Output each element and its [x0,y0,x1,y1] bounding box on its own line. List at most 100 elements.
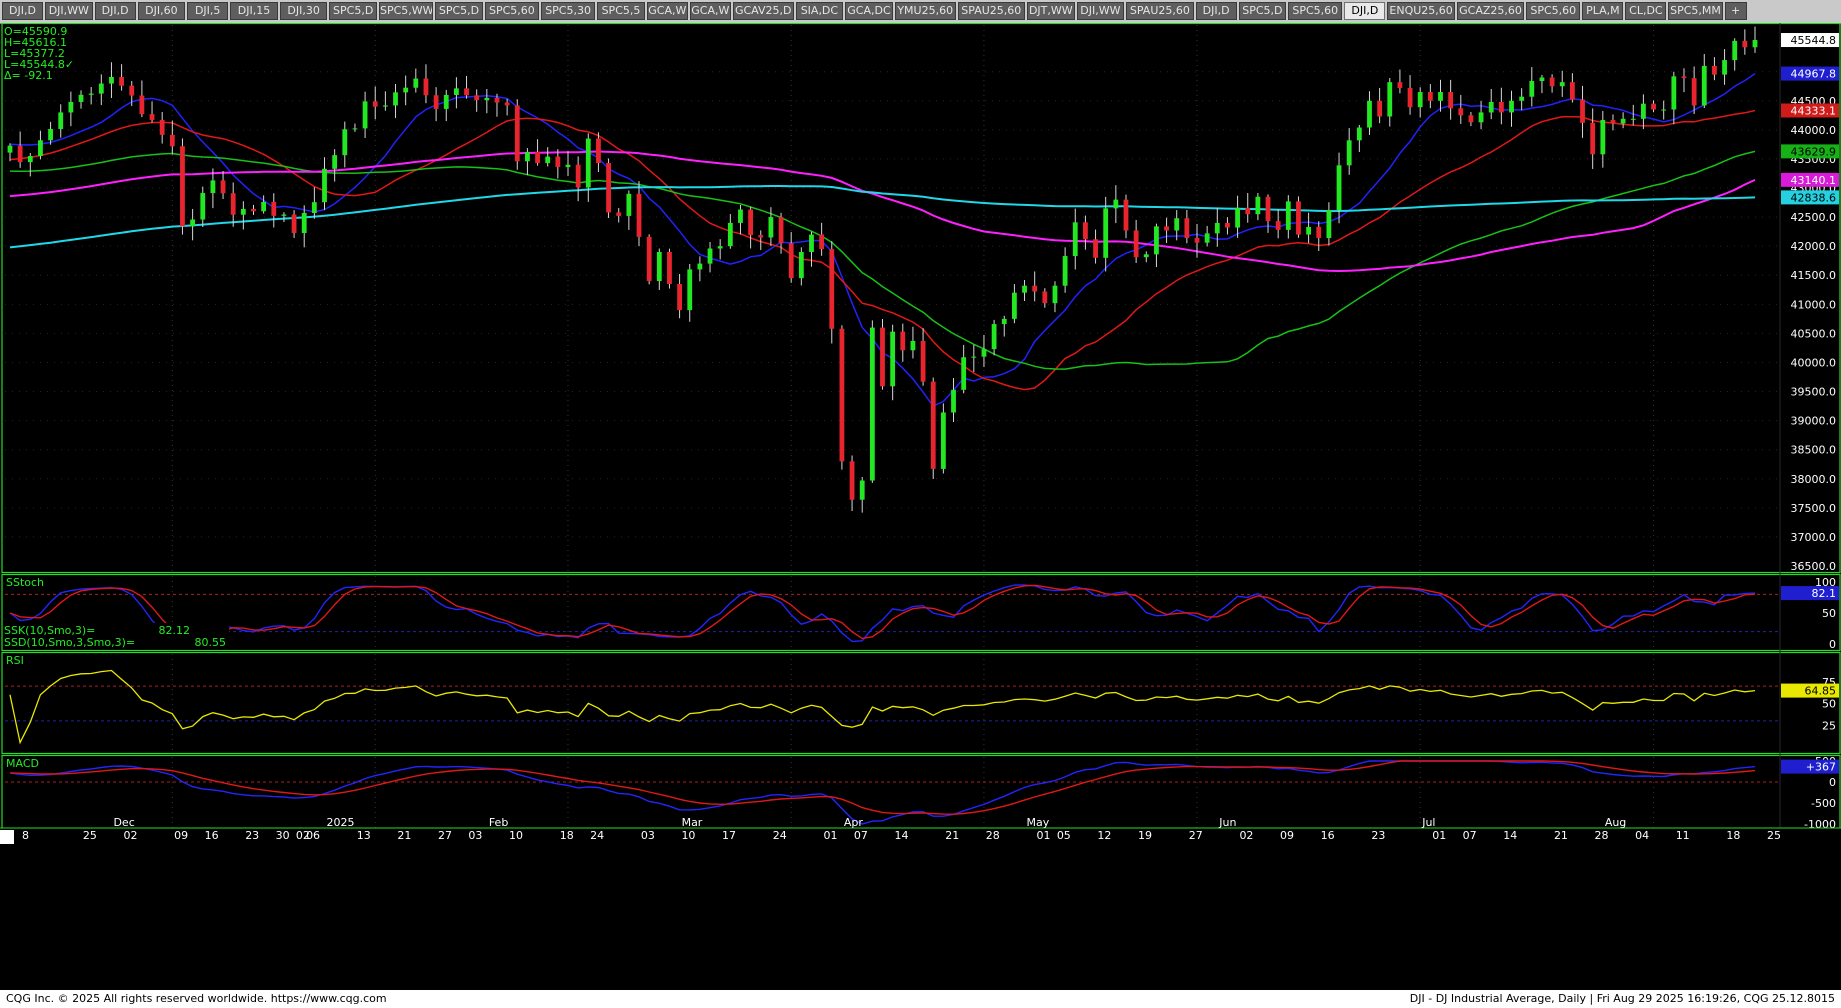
chart-tab[interactable]: SPC5,D [1238,2,1287,20]
candle-body [1468,115,1474,123]
copyright-text: CQG Inc. © 2025 All rights reserved worl… [6,992,387,1005]
chart-tab[interactable]: CL,DC [1625,2,1667,20]
chart-tab[interactable]: GCA,W [689,2,731,20]
candle-body [1103,208,1109,258]
chart-tab[interactable]: ENQU25,60 [1387,2,1455,20]
time-axis-day: 25 [83,829,97,842]
time-axis-corner [0,830,14,844]
candle-body [98,83,104,94]
candle-body [38,140,43,157]
chart-tab[interactable]: GCAZ25,60 [1456,2,1525,20]
candle-body [1701,65,1707,106]
chart-tab[interactable]: GCAV25,D [732,2,794,20]
candle-body [423,78,429,96]
price-badge-label: 42838.6 [1791,191,1837,204]
candle-body [443,94,449,109]
chart-tab[interactable]: PLA,M [1582,2,1624,20]
time-axis-day: 21 [945,829,959,842]
candle-body [738,209,743,223]
chart-tab[interactable]: YMU25,60 [894,2,956,20]
candle-body [1539,77,1545,82]
candle-body [829,249,835,329]
chart-tab[interactable]: DJI,5 [187,2,229,20]
candle-body [1042,291,1048,304]
candle-body [190,219,196,227]
ohlc-delta: Δ= -92.1 [4,69,53,82]
chart-tab[interactable]: DJI,WW [45,2,93,20]
chart-tab-bar: DJI,D DJI,WW DJI,D DJI,60 DJI,5 DJI,15 DJI,30 S… [0,0,1841,24]
candle-body [839,328,845,462]
candle-body [1204,233,1210,243]
chart-tab[interactable]: SPC5,60 [1288,2,1343,20]
chart-tab[interactable]: GCA,DC [845,2,893,20]
chart-tab[interactable]: SPC5,D [435,2,483,20]
candle-body [1316,226,1322,239]
macd-axis-label: -500 [1811,797,1836,810]
chart-tab[interactable]: DJI,15 [230,2,278,20]
chart-tab[interactable]: DJT,WW [1027,2,1075,20]
time-axis-day: 07 [854,829,868,842]
time-axis-month: Mar [682,816,703,829]
price-axis-label: 41000.0 [1791,298,1837,311]
candle-body [525,151,530,162]
chart-tab[interactable]: SPAU25,60 [1126,2,1194,20]
candle-body [636,193,642,237]
candle-body [1296,201,1301,235]
chart-tab[interactable]: SPC5,30 [541,2,596,20]
time-axis-day: 27 [438,829,452,842]
price-axis-label: 37000.0 [1791,531,1837,544]
candle-body [311,202,317,213]
add-tab-button[interactable]: + [1724,2,1747,20]
candle-body [697,263,703,270]
chart-tab[interactable]: SPC5,60 [484,2,539,20]
chart-area[interactable]: 45000.044500.044000.043500.043000.042500… [0,23,1841,990]
chart-tab[interactable]: SPC5,D [329,2,377,20]
candle-body [1407,87,1413,108]
candle-body [1245,207,1251,215]
candle-body [1610,119,1616,124]
candle-body [251,208,256,212]
chart-tab[interactable]: DJI,D [94,2,136,20]
candle-body [1438,92,1443,101]
time-axis-month: May [1027,816,1050,829]
chart-tab[interactable]: GCA,W [646,2,688,20]
time-axis-day: 01 [1432,829,1446,842]
price-badge-label: 44333.1 [1791,104,1837,117]
price-axis-label: 38500.0 [1791,444,1837,457]
candle-body [677,283,682,311]
chart-tab[interactable]: DJI,30 [279,2,328,20]
candle-body [149,114,155,120]
candle-body [393,92,398,106]
chart-tab[interactable]: SPC5,MM [1668,2,1723,20]
time-axis-day: 17 [722,829,736,842]
rsi-title: RSI [6,654,24,667]
candle-body [748,209,754,236]
candle-body [981,349,987,357]
chart-tab[interactable]: DJI,D [2,2,43,20]
chart-tab[interactable]: SPC5,5 [597,2,645,20]
candle-body [1630,118,1636,120]
candle-body [17,145,23,163]
candle-body [1488,101,1494,113]
chart-tab[interactable]: DJI,60 [137,2,186,20]
candle-body [240,208,246,215]
chart-tab[interactable]: DJI,D [1195,2,1237,20]
stoch-panel-border [1,573,1841,652]
candle-body [352,128,358,130]
chart-tab[interactable]: DJI,WW [1076,2,1125,20]
candle-body [129,85,135,96]
candle-body [1590,122,1596,155]
chart-tab[interactable]: SPAU25,60 [957,2,1025,20]
candle-body [859,480,865,500]
candle-body [596,138,601,164]
time-axis-day: 16 [1321,829,1335,842]
chart-tab[interactable]: SPC5,60 [1526,2,1581,20]
chart-tab[interactable]: SIA,DC [795,2,844,20]
time-axis-day: 24 [773,829,787,842]
chart-tab[interactable]: SPC5,WW [379,2,434,20]
candle-body [555,156,561,168]
candle-body [940,412,946,469]
price-axis-label: 42000.0 [1791,240,1837,253]
chart-tab[interactable]: DJI,D [1344,2,1386,20]
status-bar: CQG Inc. © 2025 All rights reserved worl… [0,990,1841,1008]
